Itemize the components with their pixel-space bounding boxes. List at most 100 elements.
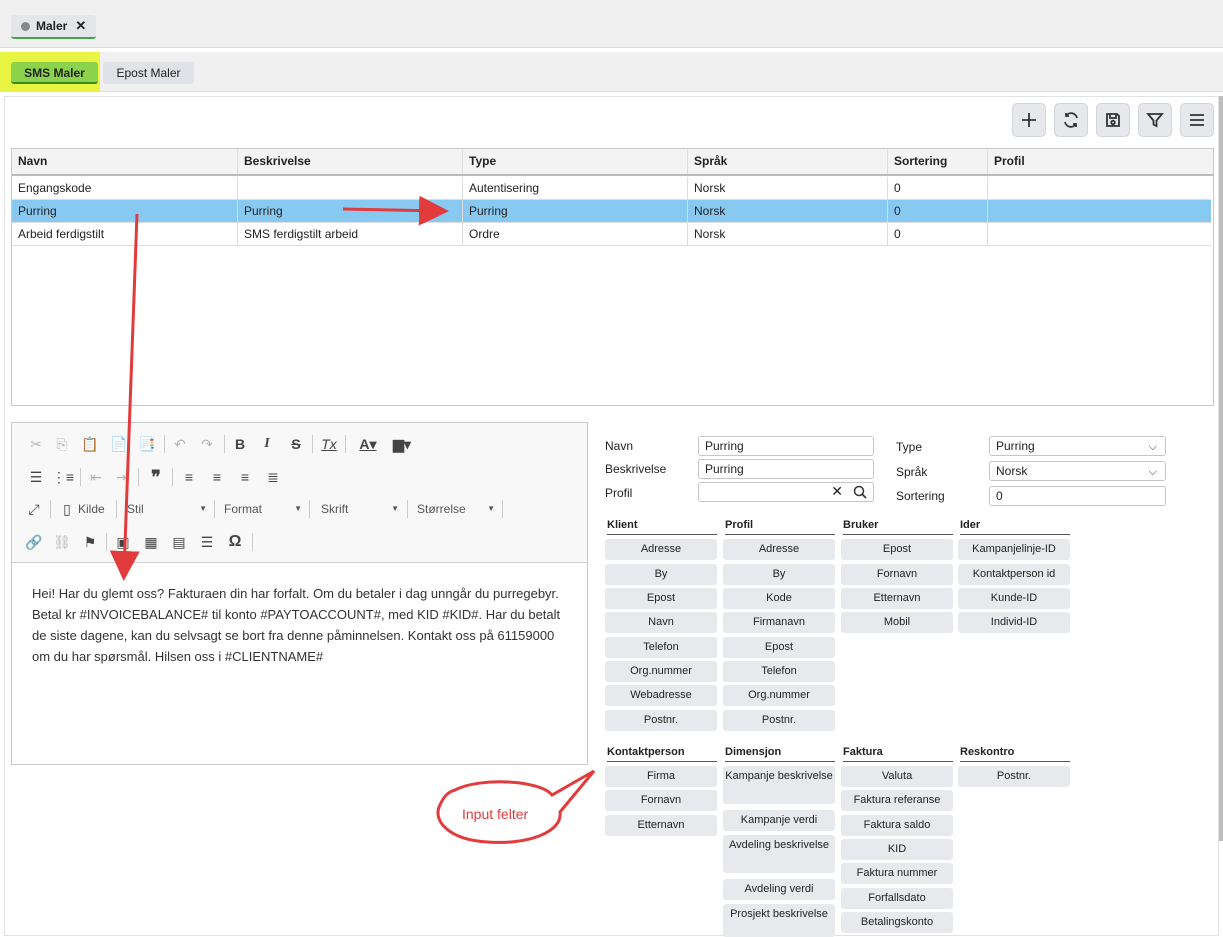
insert-klient-postnr[interactable]: Postnr. — [605, 710, 717, 731]
insert-profil-kode[interactable]: Kode — [723, 588, 835, 609]
paste-word-icon[interactable]: 📑 — [137, 434, 157, 454]
column-header-profil[interactable]: Profil — [988, 149, 1213, 174]
outdent-icon[interactable]: ⇤ — [86, 467, 106, 487]
sortering-field[interactable]: 0 — [989, 486, 1166, 506]
insert-kontaktperson-etternavn[interactable]: Etternavn — [605, 815, 717, 836]
filter-button[interactable] — [1138, 103, 1172, 137]
indent-icon[interactable]: ⇥ — [112, 467, 132, 487]
align-right-icon[interactable]: ≡ — [235, 467, 255, 487]
insert-ider-individ[interactable]: Individ-ID — [958, 612, 1070, 633]
align-left-icon[interactable]: ≡ — [179, 467, 199, 487]
navn-field[interactable]: Purring — [698, 436, 874, 456]
insert-faktura-nummer[interactable]: Faktura nummer — [841, 863, 953, 884]
unlink-icon[interactable]: ⛓ — [52, 532, 72, 552]
table-row[interactable]: Arbeid ferdigstilt SMS ferdigstilt arbei… — [12, 223, 1211, 246]
insert-klient-epost[interactable]: Epost — [605, 588, 717, 609]
table-icon[interactable]: ▤ — [169, 532, 189, 552]
editor-content[interactable]: Hei! Har du glemt oss? Fakturaen din har… — [32, 583, 567, 667]
anchor-flag-icon[interactable]: ⚑ — [80, 532, 100, 552]
insert-faktura-betalingskonto[interactable]: Betalingskonto — [841, 912, 953, 933]
redo-icon[interactable]: ↷ — [197, 434, 217, 454]
insert-dimensjon-avdeling-beskrivelse[interactable]: Avdeling beskrivelse — [723, 835, 835, 873]
source-button[interactable]: Kilde — [78, 499, 118, 519]
column-header-navn[interactable]: Navn — [12, 149, 238, 174]
link-icon[interactable]: 🔗 — [24, 532, 44, 552]
insert-profil-epost[interactable]: Epost — [723, 637, 835, 658]
column-header-sprak[interactable]: Språk — [688, 149, 888, 174]
align-center-icon[interactable]: ≡ — [207, 467, 227, 487]
insert-bruker-fornavn[interactable]: Fornavn — [841, 564, 953, 585]
save-button[interactable] — [1096, 103, 1130, 137]
type-select[interactable]: Purring ⌵ — [989, 436, 1166, 456]
menu-button[interactable] — [1180, 103, 1214, 137]
input-field-icon[interactable]: ▦ — [141, 532, 161, 552]
clear-icon[interactable]: ✕ — [831, 482, 843, 500]
background-color-icon[interactable]: ▆▾ — [388, 434, 416, 454]
undo-icon[interactable]: ↶ — [170, 434, 190, 454]
insert-dimensjon-kampanje-verdi[interactable]: Kampanje verdi — [723, 810, 835, 831]
text-color-icon[interactable]: A▾ — [354, 434, 382, 454]
table-row[interactable]: Engangskode Autentisering Norsk 0 — [12, 177, 1211, 200]
tab-maler[interactable]: Maler ✕ — [11, 15, 97, 39]
insert-profil-postnr[interactable]: Postnr. — [723, 710, 835, 731]
strikethrough-icon[interactable]: S — [286, 434, 306, 454]
insert-kontaktperson-firma[interactable]: Firma — [605, 766, 717, 787]
sprak-select[interactable]: Norsk ⌵ — [989, 461, 1166, 481]
insert-ider-kunde[interactable]: Kunde-ID — [958, 588, 1070, 609]
beskrivelse-field[interactable]: Purring — [698, 459, 874, 479]
insert-ider-kontaktperson[interactable]: Kontaktperson id — [958, 564, 1070, 585]
insert-profil-firmanavn[interactable]: Firmanavn — [723, 612, 835, 633]
close-icon[interactable]: ✕ — [75, 15, 86, 37]
maximize-icon[interactable]: ⤢ — [24, 499, 44, 519]
blockquote-icon[interactable]: ❞ — [146, 467, 166, 487]
profil-lookup[interactable]: ✕ — [698, 482, 874, 502]
paste-icon[interactable]: 📋 — [80, 434, 100, 454]
justify-icon[interactable]: ≣ — [263, 467, 283, 487]
column-header-beskrivelse[interactable]: Beskrivelse — [238, 149, 463, 174]
column-header-type[interactable]: Type — [463, 149, 688, 174]
special-character-icon[interactable]: Ω — [225, 532, 245, 552]
insert-dimensjon-avdeling-verdi[interactable]: Avdeling verdi — [723, 879, 835, 900]
insert-profil-by[interactable]: By — [723, 564, 835, 585]
table-row-selected[interactable]: Purring Purring Purring Norsk 0 — [12, 200, 1211, 223]
insert-klient-by[interactable]: By — [605, 564, 717, 585]
insert-bruker-epost[interactable]: Epost — [841, 539, 953, 560]
insert-faktura-forfallsdato[interactable]: Forfallsdato — [841, 888, 953, 909]
insert-ider-kampanjelinje[interactable]: Kampanjelinje-ID — [958, 539, 1070, 560]
insert-faktura-kid[interactable]: KID — [841, 839, 953, 860]
image-icon[interactable]: ▣ — [113, 532, 133, 552]
insert-klient-telefon[interactable]: Telefon — [605, 637, 717, 658]
insert-bruker-mobil[interactable]: Mobil — [841, 612, 953, 633]
vertical-scrollbar[interactable] — [1219, 96, 1223, 841]
insert-klient-adresse[interactable]: Adresse — [605, 539, 717, 560]
paste-text-icon[interactable]: 📄 — [109, 434, 129, 454]
insert-dimensjon-prosjekt-beskrivelse[interactable]: Prosjekt beskrivelse — [723, 904, 835, 937]
size-dropdown[interactable]: Størrelse ▼ — [417, 499, 495, 519]
tab-sms-maler[interactable]: SMS Maler — [11, 62, 98, 84]
italic-icon[interactable]: I — [257, 434, 277, 454]
insert-profil-adresse[interactable]: Adresse — [723, 539, 835, 560]
numbered-list-icon[interactable]: ☰ — [26, 467, 46, 487]
insert-faktura-referanse[interactable]: Faktura referanse — [841, 790, 953, 811]
insert-bruker-etternavn[interactable]: Etternavn — [841, 588, 953, 609]
copy-icon[interactable]: ⎘ — [52, 434, 72, 454]
search-icon[interactable] — [853, 485, 867, 499]
insert-klient-navn[interactable]: Navn — [605, 612, 717, 633]
insert-profil-orgnummer[interactable]: Org.nummer — [723, 685, 835, 706]
source-icon[interactable]: ▯ — [57, 499, 77, 519]
tab-epost-maler[interactable]: Epost Maler — [103, 62, 194, 84]
style-dropdown[interactable]: Stil ▼ — [127, 499, 207, 519]
insert-faktura-valuta[interactable]: Valuta — [841, 766, 953, 787]
insert-kontaktperson-fornavn[interactable]: Fornavn — [605, 790, 717, 811]
column-header-sortering[interactable]: Sortering — [888, 149, 988, 174]
insert-profil-telefon[interactable]: Telefon — [723, 661, 835, 682]
refresh-button[interactable] — [1054, 103, 1088, 137]
insert-klient-webadresse[interactable]: Webadresse — [605, 685, 717, 706]
cut-icon[interactable]: ✂ — [26, 434, 46, 454]
font-dropdown[interactable]: Skrift ▼ — [321, 499, 399, 519]
format-dropdown[interactable]: Format ▼ — [224, 499, 302, 519]
insert-dimensjon-kampanje-beskrivelse[interactable]: Kampanje beskrivelse — [723, 766, 835, 804]
add-button[interactable] — [1012, 103, 1046, 137]
insert-klient-orgnummer[interactable]: Org.nummer — [605, 661, 717, 682]
bulleted-list-icon[interactable]: ⋮≡ — [52, 467, 74, 487]
